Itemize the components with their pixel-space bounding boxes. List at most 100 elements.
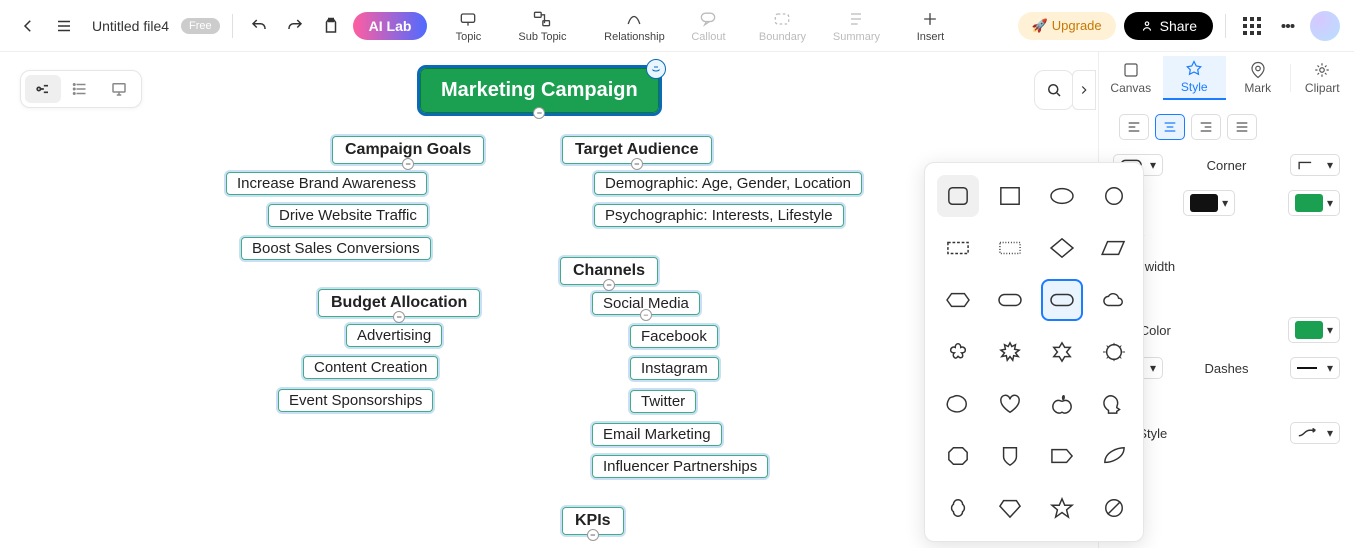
- node-social-fb[interactable]: Facebook: [630, 325, 718, 348]
- tool-summary-label: Summary: [833, 31, 880, 43]
- file-name[interactable]: Untitled file4: [92, 18, 169, 34]
- tool-subtopic-label: Sub Topic: [518, 31, 566, 43]
- shape-head[interactable]: [1093, 383, 1135, 425]
- corner-select[interactable]: ▾: [1290, 154, 1340, 176]
- tool-topic[interactable]: Topic: [435, 9, 501, 43]
- shape-circle[interactable]: [1093, 175, 1135, 217]
- filling-color-select[interactable]: ▾: [1183, 190, 1235, 216]
- node-social-tw[interactable]: Twitter: [630, 390, 696, 413]
- collapse-icon[interactable]: −: [603, 279, 615, 291]
- shape-diamond[interactable]: [1041, 227, 1083, 269]
- node-target-audience[interactable]: Target Audience−: [562, 136, 712, 164]
- shape-flower[interactable]: [937, 331, 979, 373]
- apps-icon[interactable]: [1238, 12, 1266, 40]
- align-left-button[interactable]: [1119, 114, 1149, 140]
- section-branch: h: [1113, 393, 1340, 408]
- node-goal-1[interactable]: Increase Brand Awareness: [226, 172, 427, 195]
- undo-icon[interactable]: [245, 12, 273, 40]
- collapse-icon[interactable]: −: [393, 311, 405, 323]
- shape-dashed-rect[interactable]: [937, 227, 979, 269]
- tab-style[interactable]: Style: [1163, 56, 1227, 100]
- shape-quatrefoil[interactable]: [937, 487, 979, 529]
- ai-lab-button[interactable]: AI Lab: [353, 12, 428, 40]
- shape-shield[interactable]: [989, 435, 1031, 477]
- node-budget-events[interactable]: Event Sponsorships: [278, 389, 433, 412]
- shape-burst[interactable]: [989, 331, 1031, 373]
- shape-leaf[interactable]: [1093, 435, 1135, 477]
- node-audience-1[interactable]: Demographic: Age, Gender, Location: [594, 172, 862, 195]
- node-root[interactable]: Marketing Campaign −: [420, 68, 659, 113]
- collapse-icon[interactable]: −: [587, 529, 599, 541]
- upgrade-button[interactable]: 🚀 Upgrade: [1018, 12, 1116, 40]
- align-center-button[interactable]: [1155, 114, 1185, 140]
- collapse-icon[interactable]: −: [631, 158, 643, 170]
- node-channel-email[interactable]: Email Marketing: [592, 423, 722, 446]
- align-right-button[interactable]: [1191, 114, 1221, 140]
- node-goal-2[interactable]: Drive Website Traffic: [268, 204, 428, 227]
- align-justify-button[interactable]: [1227, 114, 1257, 140]
- shape-ellipse[interactable]: [1041, 175, 1083, 217]
- node-label: Target Audience: [575, 141, 699, 158]
- chevron-down-icon: ▾: [1327, 196, 1333, 210]
- node-campaign-goals[interactable]: Campaign Goals−: [332, 136, 484, 164]
- shape-gem[interactable]: [989, 487, 1031, 529]
- shape-gear-round[interactable]: [1093, 331, 1135, 373]
- shape-spikes[interactable]: [1041, 331, 1083, 373]
- dashes-select[interactable]: ▾: [1290, 357, 1340, 379]
- tab-canvas[interactable]: Canvas: [1099, 57, 1163, 99]
- clipboard-icon[interactable]: [317, 12, 345, 40]
- shape-cloud[interactable]: [1093, 279, 1135, 321]
- shape-dotted-rect[interactable]: [989, 227, 1031, 269]
- connector-style-select[interactable]: ▾: [1290, 422, 1340, 444]
- avatar[interactable]: [1310, 11, 1340, 41]
- tool-topic-label: Topic: [456, 31, 482, 43]
- tool-insert[interactable]: Insert: [897, 9, 963, 43]
- node-social-ig[interactable]: Instagram: [630, 357, 719, 380]
- shape-none[interactable]: [1093, 487, 1135, 529]
- shape-blob[interactable]: [937, 383, 979, 425]
- ai-badge-icon[interactable]: [646, 59, 666, 79]
- shape-pill[interactable]: [1041, 279, 1083, 321]
- shape-star[interactable]: [1041, 487, 1083, 529]
- shape-hexagon[interactable]: [937, 279, 979, 321]
- node-audience-2[interactable]: Psychographic: Interests, Lifestyle: [594, 204, 844, 227]
- redo-icon[interactable]: [281, 12, 309, 40]
- section-border: r: [1113, 288, 1340, 303]
- shape-apple[interactable]: [1041, 383, 1083, 425]
- share-button[interactable]: Share: [1124, 12, 1213, 40]
- collapse-icon[interactable]: −: [402, 158, 414, 170]
- node-channel-social[interactable]: Social Media−: [592, 292, 700, 315]
- node-budget-ad[interactable]: Advertising: [346, 324, 442, 347]
- chevron-down-icon: ▾: [1327, 158, 1333, 172]
- panel-collapse-button[interactable]: [1072, 70, 1096, 110]
- shape-tag[interactable]: [1041, 435, 1083, 477]
- menu-icon[interactable]: [50, 12, 78, 40]
- back-icon[interactable]: [14, 12, 42, 40]
- node-channel-influencer[interactable]: Influencer Partnerships: [592, 455, 768, 478]
- corner-label: Corner: [1207, 158, 1247, 173]
- chevron-down-icon: ▾: [1327, 426, 1333, 440]
- collapse-icon[interactable]: −: [533, 107, 545, 119]
- tool-subtopic[interactable]: Sub Topic: [509, 9, 575, 43]
- shape-stadium[interactable]: [989, 279, 1031, 321]
- node-budget-content[interactable]: Content Creation: [303, 356, 438, 379]
- border-color-select[interactable]: ▾: [1288, 317, 1340, 343]
- node-kpis[interactable]: KPIs−: [562, 507, 624, 535]
- more-icon[interactable]: [1274, 12, 1302, 40]
- collapse-icon[interactable]: −: [640, 309, 652, 321]
- tab-clipart[interactable]: Clipart: [1291, 57, 1354, 99]
- node-channels[interactable]: Channels−: [560, 257, 658, 285]
- tab-mark[interactable]: Mark: [1226, 57, 1290, 99]
- node-budget[interactable]: Budget Allocation−: [318, 289, 480, 317]
- tool-relationship[interactable]: Relationship: [601, 9, 667, 43]
- node-label: Content Creation: [314, 359, 427, 376]
- shape-parallelogram[interactable]: [1093, 227, 1135, 269]
- plan-badge: Free: [181, 18, 220, 34]
- shape-heart[interactable]: [989, 383, 1031, 425]
- shape-rounded-square[interactable]: [937, 175, 979, 217]
- shape-octagon[interactable]: [937, 435, 979, 477]
- shape-square[interactable]: [989, 175, 1031, 217]
- node-goal-3[interactable]: Boost Sales Conversions: [241, 237, 431, 260]
- rocket-icon: 🚀: [1032, 18, 1048, 34]
- fill-swatch-select[interactable]: ▾: [1288, 190, 1340, 216]
